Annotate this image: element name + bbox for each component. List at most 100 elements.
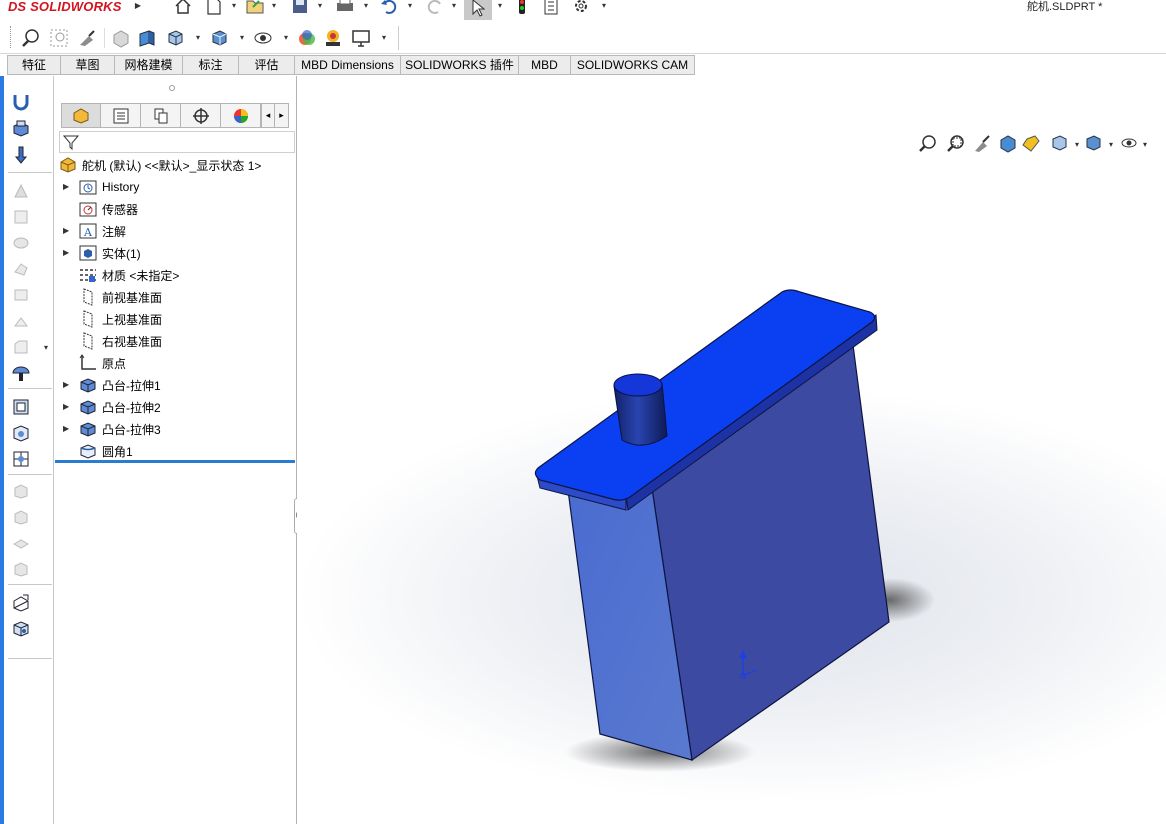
tab-mesh-modeling[interactable]: 网格建模 <box>115 55 183 75</box>
instant3d-icon[interactable] <box>10 592 32 614</box>
tree-item-material[interactable]: 材质 <未指定> <box>79 265 179 285</box>
tab-features[interactable]: 特征 <box>7 55 61 75</box>
tree-item-boss-extrude3[interactable]: ▶ 凸台-拉伸3 <box>63 419 161 439</box>
tab-solidworks-addins[interactable]: SOLIDWORKS 插件 <box>401 55 519 75</box>
tab-solidworks-cam[interactable]: SOLIDWORKS CAM <box>571 55 695 75</box>
wrap-icon[interactable] <box>10 558 32 580</box>
draft-icon[interactable] <box>10 422 32 444</box>
3d-model-view[interactable] <box>297 76 1166 824</box>
rebuild-icon[interactable] <box>512 0 532 16</box>
section-view-icon[interactable] <box>110 28 132 48</box>
dimxpertmanager-tab[interactable] <box>181 103 221 128</box>
boss-extrude-icon[interactable] <box>10 118 32 140</box>
tree-item-annotations[interactable]: ▶ A 注解 <box>63 221 126 241</box>
rib-icon[interactable] <box>10 362 32 384</box>
apply-scene-icon[interactable] <box>322 28 344 48</box>
loft-icon[interactable] <box>10 232 32 254</box>
new-document-icon[interactable] <box>204 0 224 16</box>
zoom-to-fit-icon[interactable] <box>20 28 42 48</box>
tabs-scroll-right-icon[interactable]: ▸ <box>275 103 289 128</box>
tree-item-front-plane[interactable]: 前视基准面 <box>79 287 162 307</box>
chevron-down-icon[interactable]: ▾ <box>238 34 246 42</box>
tree-item-origin[interactable]: 原点 <box>79 353 126 373</box>
tree-item-top-plane[interactable]: 上视基准面 <box>79 309 162 329</box>
hole-wizard-icon[interactable] <box>10 284 32 306</box>
zoom-to-area-icon[interactable] <box>48 28 70 48</box>
tab-sketch[interactable]: 草图 <box>61 55 115 75</box>
chamfer-tool-icon[interactable] <box>10 336 32 358</box>
chevron-down-icon[interactable]: ▾ <box>380 34 388 42</box>
expand-arrow-icon[interactable]: ▶ <box>63 425 71 433</box>
tree-filter[interactable] <box>59 131 295 153</box>
solidworks-logo[interactable]: DS SOLIDWORKS <box>8 0 122 14</box>
expand-arrow-icon[interactable]: ▶ <box>63 227 71 235</box>
display-style-icon[interactable] <box>208 28 230 48</box>
panel-grip[interactable] <box>169 85 175 91</box>
magnet-extrude-icon[interactable] <box>10 91 32 113</box>
tree-item-fillet1[interactable]: 圆角1 <box>79 441 133 461</box>
undo-icon[interactable] <box>378 0 400 16</box>
expand-arrow-icon[interactable]: ▶ <box>63 381 71 389</box>
hide-show-items-icon[interactable] <box>252 28 274 48</box>
propertymanager-tab[interactable] <box>101 103 141 128</box>
tree-item-history[interactable]: ▶ History <box>63 177 139 197</box>
chevron-down-icon[interactable]: ▾ <box>600 2 608 10</box>
tree-item-right-plane[interactable]: 右视基准面 <box>79 331 162 351</box>
tree-item-solid-bodies[interactable]: ▶ 实体(1) <box>63 243 141 263</box>
chevron-down-icon[interactable]: ▾ <box>282 34 290 42</box>
file-properties-icon[interactable] <box>540 0 562 16</box>
tab-markup[interactable]: 标注 <box>183 55 239 75</box>
view-orientation-icon[interactable] <box>164 28 186 48</box>
displaymanager-tab[interactable] <box>221 103 261 128</box>
chevron-down-icon[interactable]: ▾ <box>496 2 504 10</box>
tab-evaluate[interactable]: 评估 <box>239 55 295 75</box>
edit-appearance-icon[interactable] <box>296 28 318 48</box>
fillet-tool-icon[interactable] <box>10 310 32 332</box>
chevron-down-icon[interactable]: ▾ <box>362 2 370 10</box>
chevron-down-icon[interactable]: ▾ <box>230 2 238 10</box>
tab-mbd-dimensions[interactable]: MBD Dimensions <box>295 55 401 75</box>
view-cube-icon[interactable] <box>10 618 32 640</box>
select-pointer-icon[interactable] <box>464 0 492 20</box>
expand-arrow-icon[interactable]: ▶ <box>63 249 71 257</box>
linear-pattern-icon[interactable] <box>10 448 32 470</box>
rollback-bar[interactable] <box>55 460 295 463</box>
chevron-down-icon[interactable]: ▾ <box>406 2 414 10</box>
cut-extrude-icon[interactable] <box>10 144 32 166</box>
tree-item-sensors[interactable]: 传感器 <box>79 199 138 219</box>
reference-geometry-icon[interactable] <box>10 506 32 528</box>
menu-expand-icon[interactable]: ▶ <box>134 2 142 10</box>
dynamic-annotation-icon[interactable] <box>136 28 158 48</box>
boundary-icon[interactable] <box>10 258 32 280</box>
redo-icon[interactable] <box>424 0 446 16</box>
chevron-down-icon[interactable]: ▾ <box>316 2 324 10</box>
mirror-icon[interactable] <box>10 480 32 502</box>
toolbar-grip[interactable] <box>10 26 13 48</box>
chevron-down-icon[interactable]: ▾ <box>42 344 50 352</box>
sweep-icon[interactable] <box>10 206 32 228</box>
open-document-icon[interactable] <box>244 0 266 16</box>
expand-arrow-icon[interactable]: ▶ <box>63 183 71 191</box>
curves-icon[interactable] <box>10 532 32 554</box>
tree-item-boss-extrude1[interactable]: ▶ 凸台-拉伸1 <box>63 375 161 395</box>
tree-item-boss-extrude2[interactable]: ▶ 凸台-拉伸2 <box>63 397 161 417</box>
configurationmanager-tab[interactable] <box>141 103 181 128</box>
home-icon[interactable] <box>172 0 194 16</box>
chevron-down-icon[interactable]: ▾ <box>194 34 202 42</box>
expand-arrow-icon[interactable]: ▶ <box>63 403 71 411</box>
chevron-down-icon[interactable]: ▾ <box>450 2 458 10</box>
previous-view-icon[interactable] <box>76 28 98 48</box>
tabs-scroll-left-icon[interactable]: ◂ <box>261 103 275 128</box>
shell-icon[interactable] <box>10 396 32 418</box>
chevron-down-icon[interactable]: ▾ <box>270 2 278 10</box>
tab-mbd[interactable]: MBD <box>519 55 571 75</box>
revolve-icon[interactable] <box>10 180 32 202</box>
save-icon[interactable] <box>290 0 310 16</box>
tree-root-part[interactable]: 舵机 (默认) <<默认>_显示状态 1> <box>59 155 261 175</box>
featuremanager-tab[interactable] <box>61 103 101 128</box>
graphics-area[interactable]: ▾ ▾ ▾ <box>297 76 1166 824</box>
options-gear-icon[interactable] <box>570 0 592 16</box>
print-icon[interactable] <box>334 0 356 16</box>
filter-icon[interactable] <box>63 134 79 150</box>
view-settings-monitor-icon[interactable] <box>350 28 372 48</box>
